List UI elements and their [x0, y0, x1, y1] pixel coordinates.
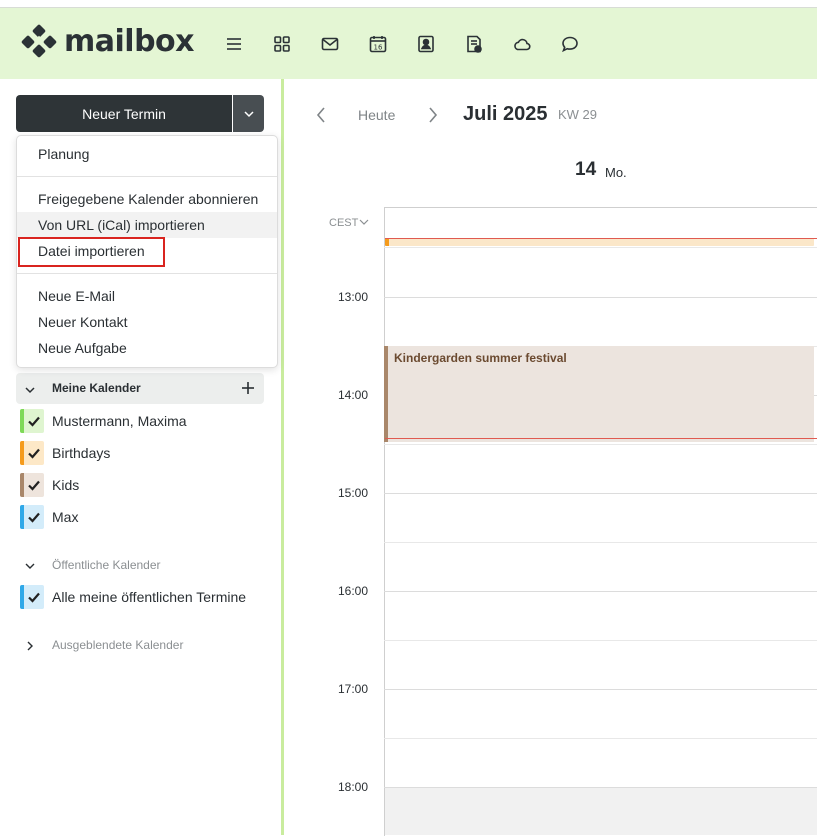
month-title: Juli 2025 [463, 103, 548, 125]
event-title: Kindergarden summer festival [394, 351, 567, 365]
menu-item-new-task[interactable]: Neue Aufgabe [17, 335, 277, 361]
week-number: KW 29 [558, 107, 598, 122]
hour-label: 15:00 [338, 486, 369, 500]
tasks-icon[interactable] [463, 33, 485, 55]
calendar-label: Alle meine öffentlichen Termine [52, 589, 247, 605]
chevron-down-icon[interactable] [24, 559, 36, 571]
hidden-calendars-title[interactable]: Ausgeblendete Kalender [52, 638, 183, 652]
calendar-item[interactable]: Birthdays [20, 441, 110, 465]
calendar-event[interactable]: Kindergarden summer festival [384, 346, 814, 442]
my-calendars-title: Meine Kalender [52, 381, 141, 395]
menu-item-subscribe-shared[interactable]: Freigegebene Kalender abonnieren [17, 186, 277, 212]
half-hour-line [384, 247, 817, 248]
app-header: mailbox 16 [0, 8, 817, 79]
plus-icon[interactable] [240, 380, 256, 396]
calendar-icon-day: 16 [374, 44, 383, 52]
chevron-left-icon[interactable] [314, 106, 328, 124]
menu-item-new-contact[interactable]: Neuer Kontakt [17, 309, 277, 335]
calendar-label: Mustermann, Maxima [52, 413, 187, 429]
menu-icon[interactable] [223, 33, 245, 55]
chevron-down-icon[interactable] [24, 383, 36, 395]
all-day-event-bar[interactable] [385, 238, 814, 246]
menu-item-import-url[interactable]: Von URL (iCal) importieren [17, 212, 277, 238]
calendar-label: Kids [52, 477, 80, 493]
chevron-right-icon[interactable] [24, 639, 36, 651]
hour-line [384, 591, 817, 592]
calendar-item[interactable]: Max [20, 505, 78, 529]
timezone-selector[interactable]: CEST [329, 217, 369, 229]
public-calendars-title[interactable]: Öffentliche Kalender [52, 558, 161, 572]
hour-label: 16:00 [338, 584, 369, 598]
apps-grid-icon[interactable] [271, 33, 293, 55]
menu-item-planung[interactable]: Planung [17, 141, 277, 167]
new-event-button[interactable]: Neuer Termin [16, 95, 232, 132]
day-name[interactable]: Mo. [605, 165, 627, 180]
half-hour-line [384, 444, 817, 445]
my-calendars-header[interactable]: Meine Kalender [16, 373, 264, 404]
timezone-label: CEST [329, 217, 359, 229]
hour-line [384, 787, 817, 788]
hour-label: 18:00 [338, 780, 369, 794]
check-icon[interactable] [20, 409, 44, 433]
logo-text: mailbox [64, 23, 195, 59]
hour-label: 13:00 [338, 290, 369, 304]
mail-icon[interactable] [319, 33, 341, 55]
hour-label: 14:00 [338, 388, 369, 402]
half-hour-line [384, 640, 817, 641]
day-number[interactable]: 14 [575, 159, 596, 181]
calendar-main: Heute Juli 2025 KW 29 14 Mo. CEST 13:00 … [284, 79, 817, 836]
today-button[interactable]: Heute [358, 107, 395, 123]
chevron-right-icon[interactable] [426, 106, 440, 124]
current-time-line [385, 438, 817, 439]
after-hours-shade [385, 787, 817, 835]
half-hour-line [384, 738, 817, 739]
check-icon[interactable] [20, 505, 44, 529]
hour-line [384, 689, 817, 690]
half-hour-line [384, 542, 817, 543]
hour-line [384, 297, 817, 298]
chevron-down-icon [243, 110, 254, 117]
current-time-line [385, 238, 817, 239]
check-icon[interactable] [20, 473, 44, 497]
mailbox-logo-icon [21, 24, 57, 58]
chat-icon[interactable] [559, 33, 581, 55]
cloud-icon[interactable] [511, 33, 533, 55]
calendar-label: Birthdays [52, 445, 111, 461]
new-event-dropdown-button[interactable] [233, 95, 264, 132]
day-grid[interactable] [384, 207, 817, 836]
menu-separator [17, 176, 277, 177]
menu-item-import-file[interactable]: Datei importieren [17, 238, 277, 264]
window-top-edge [0, 0, 817, 8]
sidebar: Neuer Termin Planung Freigegebene Kalend… [0, 79, 281, 835]
new-dropdown-menu: Planung Freigegebene Kalender abonnieren… [16, 135, 278, 368]
check-icon[interactable] [20, 441, 44, 465]
menu-separator [17, 273, 277, 274]
calendar-label: Max [52, 509, 79, 525]
calendar-item[interactable]: Mustermann, Maxima [20, 409, 187, 433]
hour-label: 17:00 [338, 682, 369, 696]
calendar-icon[interactable]: 16 [367, 33, 389, 55]
contacts-icon[interactable] [415, 33, 437, 55]
check-icon[interactable] [20, 585, 44, 609]
calendar-item[interactable]: Kids [20, 473, 79, 497]
mailbox-logo[interactable]: mailbox [20, 23, 195, 59]
menu-item-new-email[interactable]: Neue E-Mail [17, 283, 277, 309]
calendar-item[interactable]: Alle meine öffentlichen Termine [20, 585, 246, 609]
hour-line [384, 493, 817, 494]
chevron-down-icon [359, 217, 369, 225]
